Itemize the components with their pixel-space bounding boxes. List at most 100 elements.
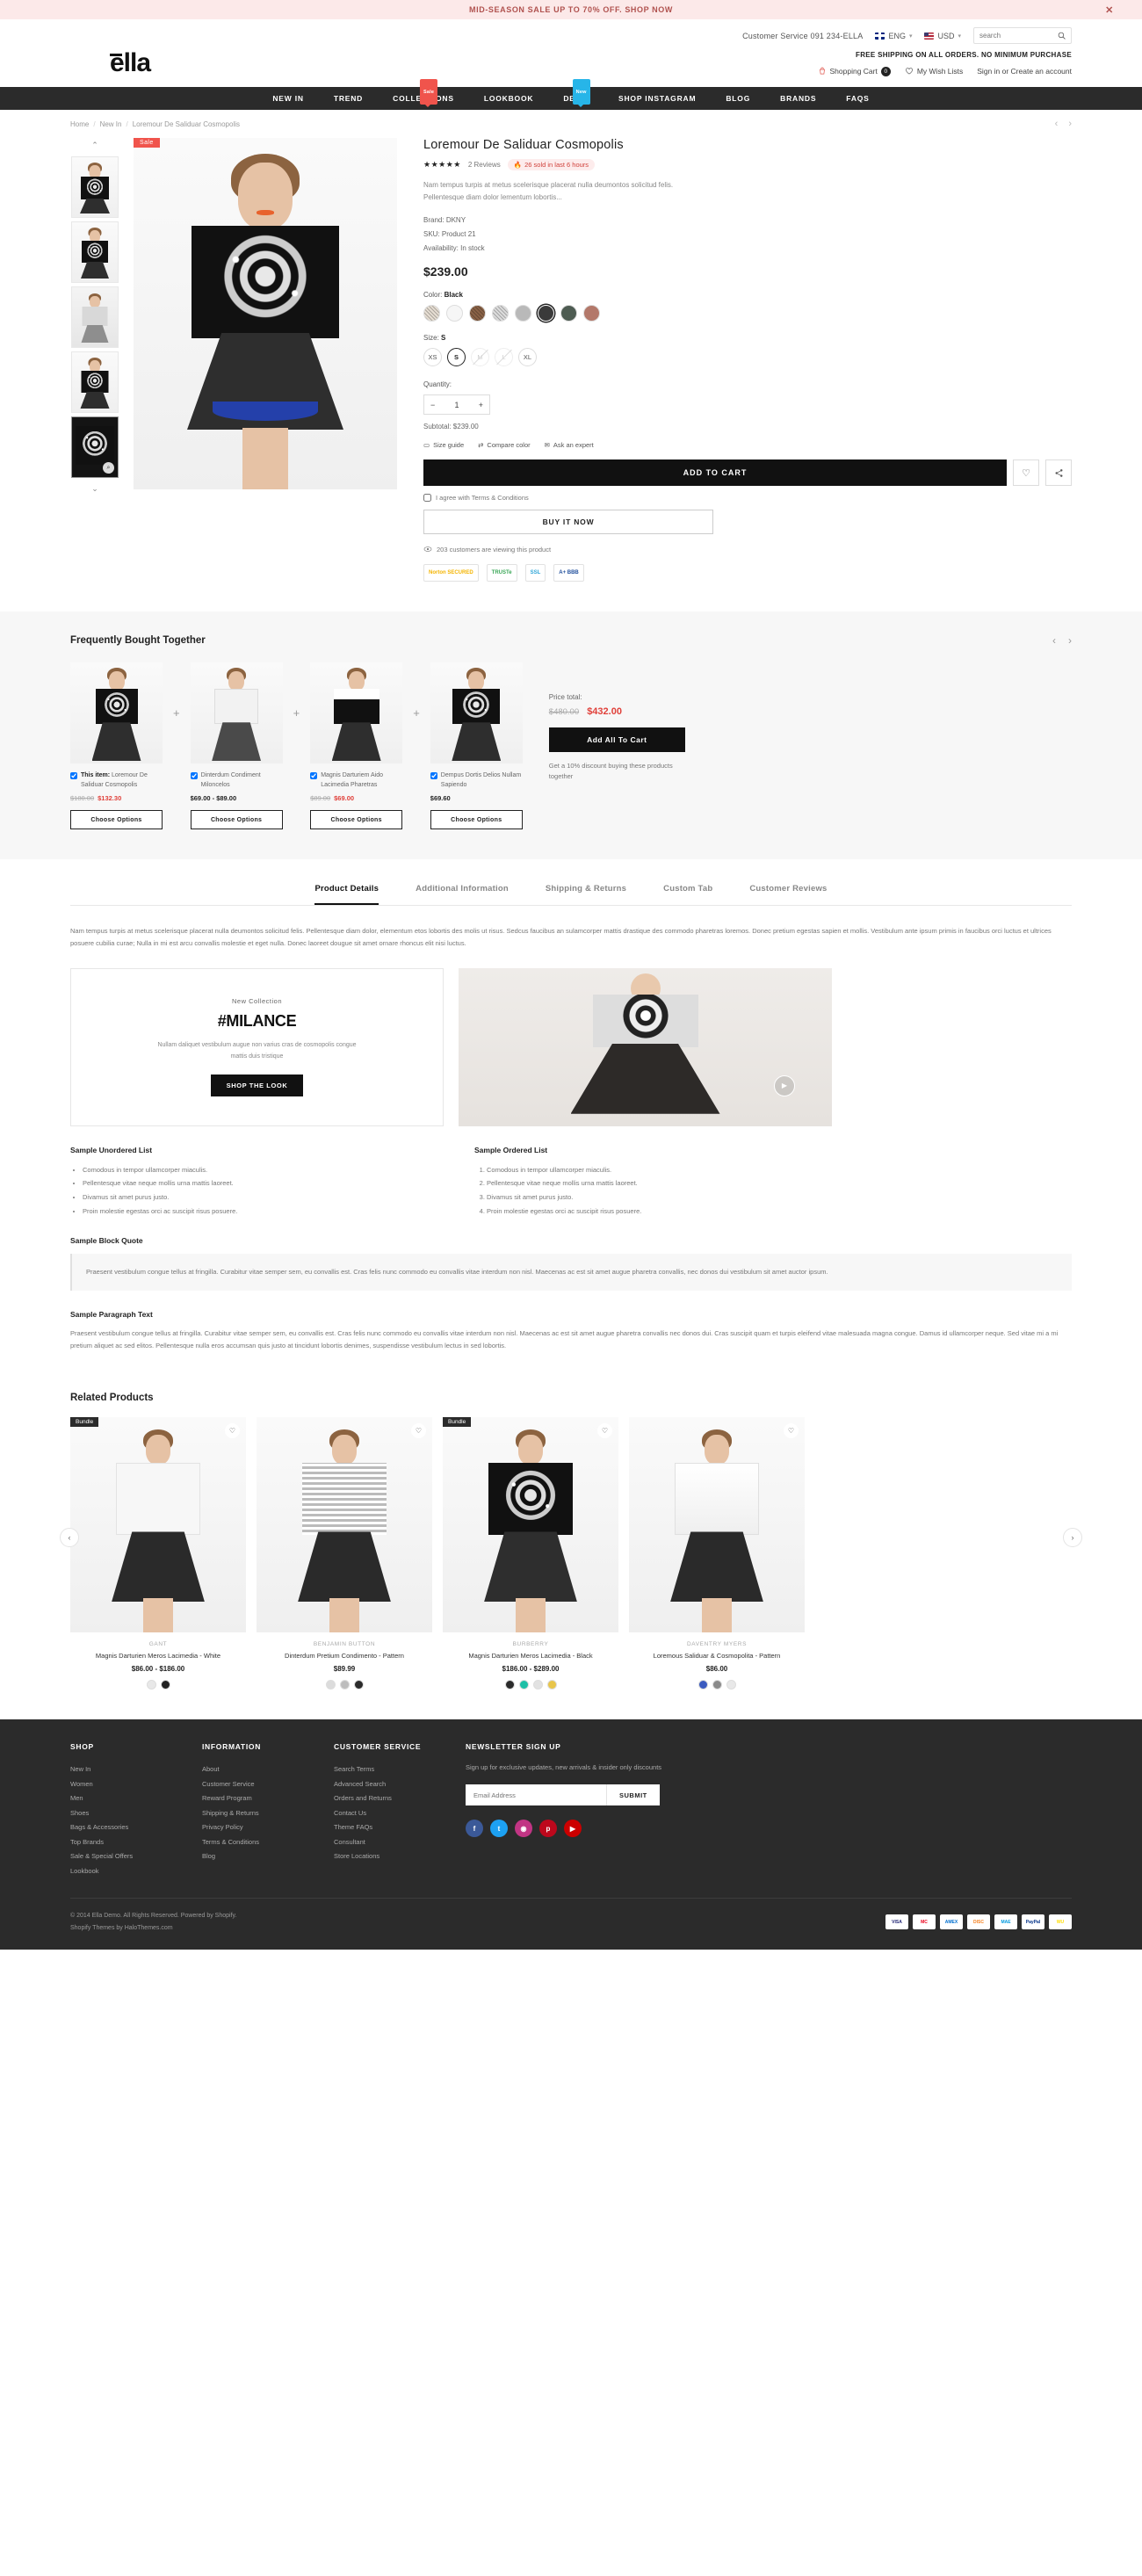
shop-the-look-button[interactable]: SHOP THE LOOK xyxy=(210,1075,304,1097)
tab-product-details[interactable]: Product Details xyxy=(314,884,379,906)
related-product-image[interactable]: ♡ xyxy=(629,1417,805,1633)
choose-options-button[interactable]: Choose Options xyxy=(190,810,283,830)
add-to-cart-button[interactable]: ADD TO CART xyxy=(423,459,1007,487)
related-color-swatch[interactable] xyxy=(160,1680,170,1690)
fbt-item-checkbox[interactable] xyxy=(310,772,318,780)
related-product-card[interactable]: ♡ BENJAMIN BUTTON Dinterdum Pretium Condim… xyxy=(257,1417,432,1690)
tab-shipping-returns[interactable]: Shipping & Returns xyxy=(546,884,626,905)
related-color-swatch[interactable] xyxy=(518,1680,529,1690)
breadcrumb-home[interactable]: Home xyxy=(70,120,89,128)
footer-link[interactable]: New In xyxy=(70,1762,202,1777)
terms-checkbox[interactable] xyxy=(423,494,431,503)
fbt-item-checkbox-row[interactable]: Dinterdum Condiment Miloncelos xyxy=(190,771,283,790)
footer-link[interactable]: Search Terms xyxy=(334,1762,466,1777)
footer-link[interactable]: About xyxy=(202,1762,334,1777)
related-product-name[interactable]: Loremous Saliduar & Cosmopolita - Patter… xyxy=(629,1652,805,1660)
footer-link[interactable]: Advanced Search xyxy=(334,1777,466,1792)
close-icon[interactable]: ✕ xyxy=(1105,4,1114,16)
thumbnail-3[interactable] xyxy=(71,286,119,348)
nav-item-lookbook[interactable]: LOOKBOOK xyxy=(469,87,548,110)
footer-link[interactable]: Orders and Returns xyxy=(334,1791,466,1806)
nav-item-collections[interactable]: COLLECTIONSSale xyxy=(378,79,469,110)
quantity-stepper[interactable]: − 1 + xyxy=(423,394,490,416)
compare-color-link[interactable]: ⇄ Compare color xyxy=(478,441,530,449)
search-input[interactable] xyxy=(979,32,1052,40)
footer-link[interactable]: Top Brands xyxy=(70,1835,202,1850)
color-swatch-beige-paisley[interactable] xyxy=(423,305,440,322)
quantity-increase-button[interactable]: + xyxy=(479,401,483,409)
size-guide-link[interactable]: ▭ Size guide xyxy=(423,441,464,449)
related-color-swatch[interactable] xyxy=(697,1680,708,1690)
nav-item-blog[interactable]: BLOG xyxy=(711,87,765,110)
nav-item-shop-instagram[interactable]: SHOP INSTAGRAM xyxy=(604,87,711,110)
related-product-image[interactable]: Bundle ♡ xyxy=(443,1417,618,1633)
product-main-image[interactable]: Sale xyxy=(134,138,397,489)
footer-link[interactable]: Bags & Accessories xyxy=(70,1820,202,1835)
instagram-icon[interactable]: ◉ xyxy=(515,1820,532,1838)
color-swatch-black[interactable] xyxy=(538,305,554,322)
currency-selector[interactable]: USD ▾ xyxy=(924,32,961,40)
tab-custom-tab[interactable]: Custom Tab xyxy=(663,884,712,905)
tab-additional-information[interactable]: Additional Information xyxy=(416,884,509,905)
fbt-product-image[interactable] xyxy=(70,662,163,764)
related-color-swatch[interactable] xyxy=(325,1680,336,1690)
thumbnail-2[interactable] xyxy=(71,221,119,283)
thumbnail-5[interactable]: ⌕ xyxy=(71,416,119,478)
footer-link[interactable]: Customer Service xyxy=(202,1777,334,1792)
next-product-icon[interactable]: › xyxy=(1068,119,1072,129)
size-option-m[interactable]: M xyxy=(471,348,489,367)
footer-link[interactable]: Shoes xyxy=(70,1806,202,1821)
color-swatch-dark-green[interactable] xyxy=(560,305,577,322)
fbt-item-checkbox[interactable] xyxy=(70,772,77,780)
thumbs-up-icon[interactable]: ⌃ xyxy=(91,138,98,153)
fbt-item-checkbox[interactable] xyxy=(190,772,198,780)
choose-options-button[interactable]: Choose Options xyxy=(310,810,403,830)
tab-customer-reviews[interactable]: Customer Reviews xyxy=(749,884,827,905)
email-field[interactable] xyxy=(466,1784,606,1806)
related-color-swatch[interactable] xyxy=(546,1680,557,1690)
related-product-image[interactable]: Bundle ♡ xyxy=(70,1417,246,1633)
thumbs-down-icon[interactable]: ⌄ xyxy=(91,481,98,496)
thumbnail-4[interactable] xyxy=(71,351,119,413)
search-box[interactable] xyxy=(973,27,1072,44)
nav-item-brands[interactable]: BRANDS xyxy=(765,87,831,110)
breadcrumb-newin[interactable]: New In xyxy=(100,120,122,128)
footer-link[interactable]: Blog xyxy=(202,1849,334,1864)
size-option-s[interactable]: S xyxy=(447,348,466,367)
facebook-icon[interactable]: f xyxy=(466,1820,483,1838)
color-swatch-clay[interactable] xyxy=(583,305,600,322)
fbt-item-checkbox[interactable] xyxy=(430,772,437,780)
nav-item-new-in[interactable]: NEW IN xyxy=(257,87,319,110)
buy-now-button[interactable]: BUY IT NOW xyxy=(423,510,713,535)
footer-link[interactable]: Shipping & Returns xyxy=(202,1806,334,1821)
related-next-button[interactable]: › xyxy=(1063,1528,1082,1548)
promo-video[interactable]: ▶ xyxy=(459,967,832,1126)
choose-options-button[interactable]: Choose Options xyxy=(70,810,163,830)
footer-link[interactable]: Lookbook xyxy=(70,1864,202,1879)
footer-link[interactable]: Terms & Conditions xyxy=(202,1835,334,1850)
fbt-next-icon[interactable]: › xyxy=(1068,634,1072,647)
nav-item-demo[interactable]: DEMONew xyxy=(548,79,604,110)
footer-link[interactable]: Reward Program xyxy=(202,1791,334,1806)
color-swatch-white[interactable] xyxy=(446,305,463,322)
nav-item-trend[interactable]: TREND xyxy=(319,87,378,110)
zoom-icon[interactable]: ⌕ xyxy=(103,462,114,474)
search-icon[interactable] xyxy=(1058,32,1066,40)
cart-link[interactable]: Shopping Cart 0 xyxy=(818,66,891,76)
related-color-swatch[interactable] xyxy=(353,1680,364,1690)
twitter-icon[interactable]: t xyxy=(490,1820,508,1838)
ask-an-expert-link[interactable]: ✉ Ask an expert xyxy=(545,441,594,449)
size-option-l[interactable]: L xyxy=(495,348,513,367)
fbt-product-image[interactable] xyxy=(430,662,523,764)
announcement-text[interactable]: MID-SEASON SALE UP TO 70% OFF. SHOP NOW xyxy=(469,5,673,14)
fbt-item-checkbox-row[interactable]: This item: Loremour De Saliduar Cosmopol… xyxy=(70,771,163,790)
related-product-card[interactable]: Bundle ♡ GANT Magnis Darturien Meros Lacime… xyxy=(70,1417,246,1690)
newsletter-submit-button[interactable]: SUBMIT xyxy=(606,1784,660,1806)
choose-options-button[interactable]: Choose Options xyxy=(430,810,523,830)
related-product-card[interactable]: ♡ DAVENTRY MYERS Loremous Saliduar & Cosmo… xyxy=(629,1417,805,1690)
prev-product-icon[interactable]: ‹ xyxy=(1055,119,1059,129)
footer-link[interactable]: Store Locations xyxy=(334,1849,466,1864)
footer-link[interactable]: Contact Us xyxy=(334,1806,466,1821)
related-color-swatch[interactable] xyxy=(504,1680,515,1690)
related-color-swatch[interactable] xyxy=(339,1680,350,1690)
